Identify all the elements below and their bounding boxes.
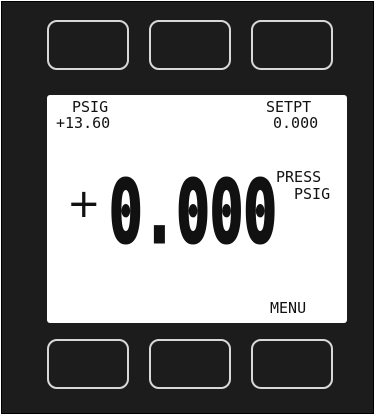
units-label-press: PRESS bbox=[276, 168, 322, 186]
lcd-screen: PSIG +13.60 SETPT 0.000 + 0.000 PRESS PS… bbox=[47, 95, 347, 323]
units-label-psig: PSIG bbox=[294, 185, 331, 203]
controller-device: PSIG +13.60 SETPT 0.000 + 0.000 PRESS PS… bbox=[1, 1, 374, 414]
psig-value: +13.60 bbox=[56, 114, 111, 132]
psig-label: PSIG bbox=[72, 98, 109, 116]
main-reading: 0.000 bbox=[108, 165, 279, 247]
softkey-bottom-menu[interactable] bbox=[251, 339, 333, 389]
setpoint-label: SETPT bbox=[266, 98, 312, 116]
softkey-top-1[interactable] bbox=[47, 20, 129, 70]
menu-label: MENU bbox=[270, 299, 307, 317]
setpoint-value: 0.000 bbox=[273, 114, 319, 132]
softkey-top-2[interactable] bbox=[149, 20, 231, 70]
softkey-bottom-2[interactable] bbox=[149, 339, 231, 389]
reading-sign: + bbox=[67, 181, 101, 227]
main-reading-value: 0.000 bbox=[109, 165, 277, 247]
softkey-bottom-1[interactable] bbox=[47, 339, 129, 389]
softkey-top-3[interactable] bbox=[251, 20, 333, 70]
